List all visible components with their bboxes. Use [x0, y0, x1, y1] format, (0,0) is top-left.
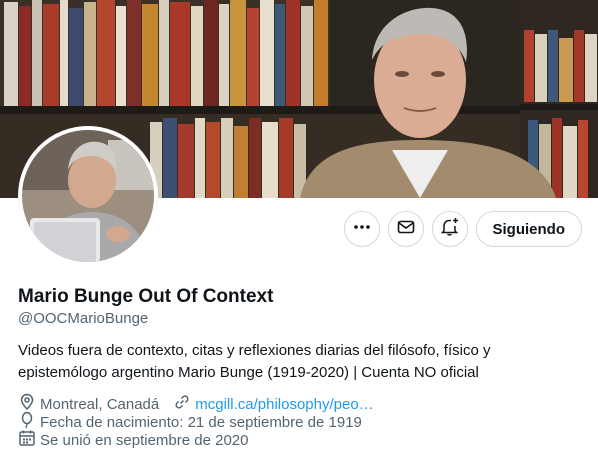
- envelope-icon: [397, 218, 415, 241]
- profile-page: Siguiendo Mario Bunge Out Of Context @OO…: [0, 0, 598, 470]
- profile-handle: @OOCMarioBunge: [18, 310, 149, 327]
- profile-display-name: Mario Bunge Out Of Context: [18, 286, 274, 307]
- notifications-button[interactable]: [431, 211, 468, 247]
- bio-line: epistemólogo argentino Mario Bunge (1919…: [18, 364, 479, 381]
- following-button[interactable]: Siguiendo: [475, 211, 582, 247]
- more-dots-icon: [353, 218, 371, 241]
- profile-bio: Videos fuera de contexto, citas y reflex…: [18, 340, 538, 384]
- bio-line: Videos fuera de contexto, citas y reflex…: [18, 342, 491, 359]
- profile-meta-joined-row: Se unió en septiembre de 2020: [18, 429, 248, 453]
- profile-joined-date: Se unió en septiembre de 2020: [40, 432, 249, 449]
- calendar-icon: [18, 429, 40, 453]
- profile-actions: Siguiendo: [343, 211, 582, 247]
- message-button[interactable]: [387, 211, 424, 247]
- profile-avatar[interactable]: [18, 126, 158, 266]
- more-options-button[interactable]: [343, 211, 380, 247]
- bell-plus-icon: [440, 217, 460, 242]
